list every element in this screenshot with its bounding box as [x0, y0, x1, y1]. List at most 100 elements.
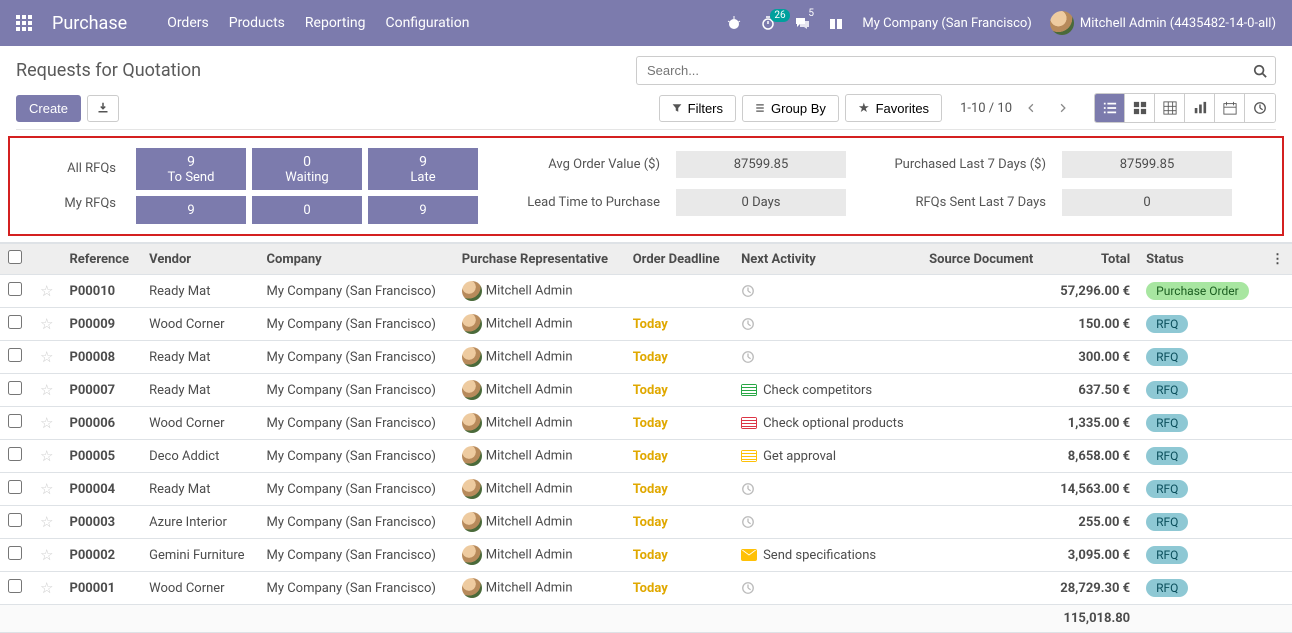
cell-vendor: Ready Mat [141, 473, 258, 506]
table-row[interactable]: ☆P00009Wood CornerMy Company (San Franci… [0, 308, 1292, 341]
row-checkbox[interactable] [8, 546, 22, 560]
clock-icon[interactable] [741, 515, 913, 529]
tile-all-late[interactable]: 9Late [368, 148, 478, 190]
apps-icon[interactable] [16, 15, 32, 31]
pager-prev[interactable] [1018, 95, 1044, 121]
col-activity[interactable]: Next Activity [733, 244, 921, 275]
view-graph[interactable] [1185, 94, 1215, 122]
clock-icon[interactable] [741, 284, 913, 298]
view-pivot[interactable] [1155, 94, 1185, 122]
row-checkbox[interactable] [8, 480, 22, 494]
row-checkbox[interactable] [8, 381, 22, 395]
company-switcher[interactable]: My Company (San Francisco) [862, 16, 1031, 31]
status-badge: RFQ [1146, 546, 1188, 564]
view-kanban[interactable] [1125, 94, 1155, 122]
user-menu[interactable]: Mitchell Admin (4435482-14-0-all) [1050, 11, 1276, 35]
tile-my-tosend[interactable]: 9 [136, 196, 246, 224]
pager-next[interactable] [1050, 95, 1076, 121]
row-checkbox[interactable] [8, 579, 22, 593]
row-checkbox[interactable] [8, 282, 22, 296]
menu-configuration[interactable]: Configuration [385, 15, 469, 31]
cell-deadline: Today [625, 308, 733, 341]
row-checkbox[interactable] [8, 348, 22, 362]
menu-reporting[interactable]: Reporting [305, 15, 366, 31]
star-icon[interactable]: ☆ [40, 282, 53, 300]
star-icon[interactable]: ☆ [40, 546, 53, 564]
search-input[interactable] [636, 56, 1244, 85]
row-checkbox[interactable] [8, 447, 22, 461]
gift-icon[interactable] [828, 15, 844, 31]
timer-icon[interactable]: 26 [760, 15, 776, 31]
view-activity[interactable] [1245, 94, 1275, 122]
menu-orders[interactable]: Orders [167, 15, 209, 31]
groupby-button[interactable]: Group By [742, 95, 839, 122]
activity-text: Send specifications [763, 548, 876, 563]
chat-icon[interactable]: 5 [794, 15, 810, 31]
table-row[interactable]: ☆P00005Deco AddictMy Company (San Franci… [0, 440, 1292, 473]
star-icon[interactable]: ☆ [40, 348, 53, 366]
table-row[interactable]: ☆P00003Azure InteriorMy Company (San Fra… [0, 506, 1292, 539]
cell-vendor: Wood Corner [141, 407, 258, 440]
filters-button[interactable]: Filters [659, 95, 736, 122]
row-checkbox[interactable] [8, 315, 22, 329]
search-button[interactable] [1244, 56, 1276, 85]
col-rep[interactable]: Purchase Representative [454, 244, 625, 275]
tile-all-tosend[interactable]: 9To Send [136, 148, 246, 190]
star-icon[interactable]: ☆ [40, 480, 53, 498]
col-vendor[interactable]: Vendor [141, 244, 258, 275]
col-source[interactable]: Source Document [921, 244, 1048, 275]
cell-activity [733, 275, 921, 308]
row-checkbox[interactable] [8, 513, 22, 527]
cell-reference: P00008 [61, 341, 141, 374]
mail-icon[interactable] [741, 549, 757, 561]
brand[interactable]: Purchase [52, 13, 127, 34]
task-icon[interactable] [741, 450, 757, 462]
star-icon[interactable]: ☆ [40, 513, 53, 531]
cell-rep: Mitchell Admin [454, 539, 625, 572]
cell-status: RFQ [1138, 473, 1263, 506]
bug-icon[interactable] [726, 15, 742, 31]
table-row[interactable]: ☆P00006Wood CornerMy Company (San Franci… [0, 407, 1292, 440]
star-icon[interactable]: ☆ [40, 381, 53, 399]
tile-my-late[interactable]: 9 [368, 196, 478, 224]
col-reference[interactable]: Reference [61, 244, 141, 275]
clock-icon[interactable] [741, 350, 913, 364]
deadline-value: Today [633, 482, 668, 497]
view-calendar[interactable] [1215, 94, 1245, 122]
cell-source [921, 275, 1048, 308]
col-deadline[interactable]: Order Deadline [625, 244, 733, 275]
import-button[interactable] [87, 95, 119, 122]
col-total[interactable]: Total [1048, 244, 1138, 275]
cell-vendor: Azure Interior [141, 506, 258, 539]
clock-icon[interactable] [741, 317, 913, 331]
tile-all-waiting[interactable]: 0Waiting [252, 148, 362, 190]
view-list[interactable] [1095, 94, 1125, 122]
avatar-icon [462, 446, 482, 466]
col-options[interactable]: ⋮ [1263, 244, 1292, 275]
star-icon[interactable]: ☆ [40, 579, 53, 597]
cell-status: RFQ [1138, 539, 1263, 572]
col-status[interactable]: Status [1138, 244, 1263, 275]
col-company[interactable]: Company [258, 244, 453, 275]
table-row[interactable]: ☆P00008Ready MatMy Company (San Francisc… [0, 341, 1292, 374]
avatar-icon [1050, 11, 1074, 35]
table-row[interactable]: ☆P00007Ready MatMy Company (San Francisc… [0, 374, 1292, 407]
menu-products[interactable]: Products [229, 15, 285, 31]
task-icon[interactable] [741, 384, 757, 396]
table-row[interactable]: ☆P00004Ready MatMy Company (San Francisc… [0, 473, 1292, 506]
tile-my-waiting[interactable]: 0 [252, 196, 362, 224]
clock-icon[interactable] [741, 482, 913, 496]
table-row[interactable]: ☆P00010Ready MatMy Company (San Francisc… [0, 275, 1292, 308]
clock-icon[interactable] [741, 581, 913, 595]
avatar-icon [462, 281, 482, 301]
favorites-button[interactable]: ★ Favorites [845, 94, 942, 122]
row-checkbox[interactable] [8, 414, 22, 428]
table-row[interactable]: ☆P00001Wood CornerMy Company (San Franci… [0, 572, 1292, 605]
star-icon[interactable]: ☆ [40, 414, 53, 432]
star-icon[interactable]: ☆ [40, 447, 53, 465]
task-icon[interactable] [741, 417, 757, 429]
create-button[interactable]: Create [16, 95, 81, 122]
table-row[interactable]: ☆P00002Gemini FurnitureMy Company (San F… [0, 539, 1292, 572]
select-all-checkbox[interactable] [8, 250, 22, 264]
star-icon[interactable]: ☆ [40, 315, 53, 333]
